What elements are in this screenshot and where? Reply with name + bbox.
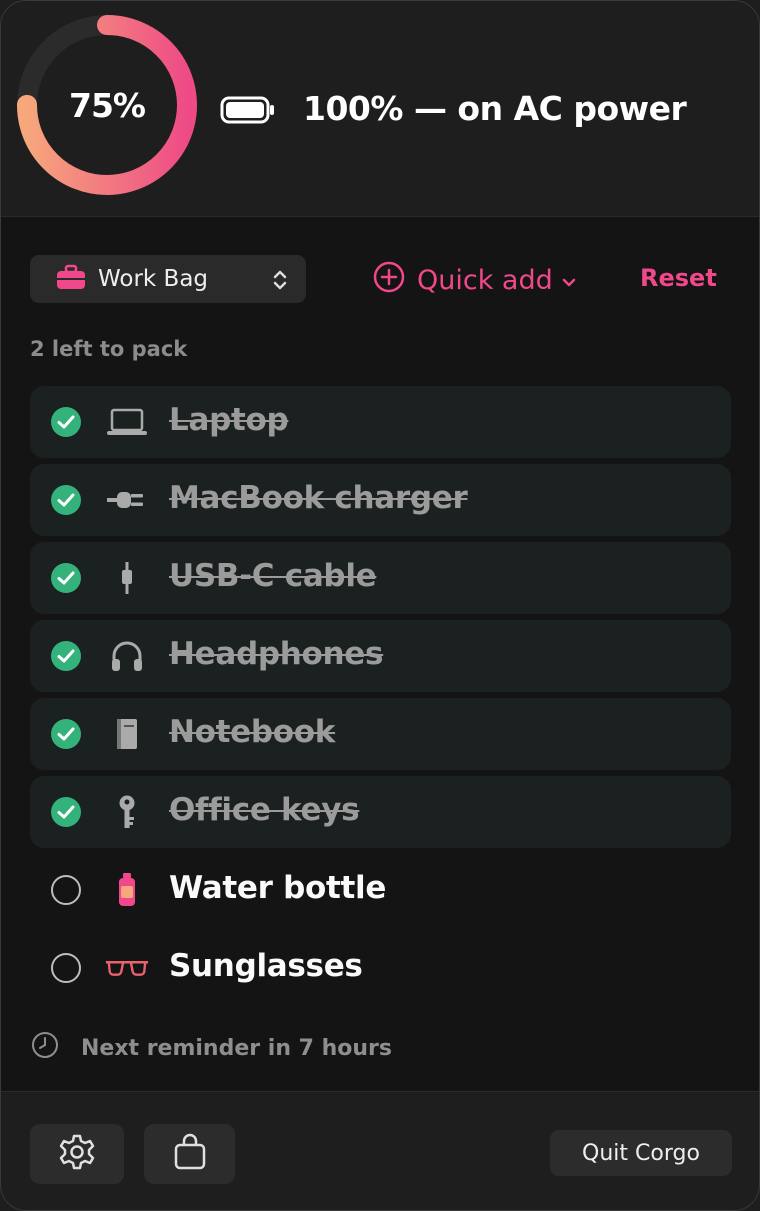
quit-button[interactable]: Quit Corgo bbox=[550, 1130, 732, 1176]
checked-icon[interactable] bbox=[50, 562, 82, 594]
battery-status: 100% — on AC power bbox=[303, 89, 687, 128]
sunglasses-icon bbox=[104, 950, 150, 986]
item-label: Laptop bbox=[169, 402, 289, 438]
briefcase-icon bbox=[56, 264, 86, 294]
list-item[interactable]: USB-C cable bbox=[30, 542, 731, 614]
quick-add-label: Quick add bbox=[417, 264, 553, 296]
checked-icon[interactable] bbox=[50, 406, 82, 438]
footer-bar: Quit Corgo bbox=[1, 1091, 759, 1210]
plug-icon bbox=[104, 482, 150, 518]
water-bottle-icon bbox=[104, 872, 150, 908]
progress-percent: 75% bbox=[69, 85, 146, 125]
checked-icon[interactable] bbox=[50, 796, 82, 828]
item-label: MacBook charger bbox=[169, 480, 468, 516]
bag-name: Work Bag bbox=[98, 266, 209, 292]
item-label: USB-C cable bbox=[169, 558, 377, 594]
chevron-down-icon bbox=[561, 265, 577, 296]
checked-icon[interactable] bbox=[50, 640, 82, 672]
cable-icon bbox=[104, 560, 150, 596]
item-label: Office keys bbox=[169, 792, 360, 828]
checked-icon[interactable] bbox=[50, 484, 82, 516]
bag-button[interactable] bbox=[144, 1124, 235, 1184]
list-item[interactable]: Sunglasses bbox=[30, 932, 731, 1004]
bag-selector[interactable]: Work Bag bbox=[30, 255, 306, 303]
unchecked-circle-icon[interactable] bbox=[50, 952, 82, 984]
headphones-icon bbox=[104, 638, 150, 674]
plus-circle-icon bbox=[373, 261, 405, 300]
item-label: Headphones bbox=[169, 636, 384, 672]
quick-add-button[interactable]: Quick add bbox=[373, 260, 577, 300]
list-item[interactable]: Water bottle bbox=[30, 854, 731, 926]
item-label: Notebook bbox=[169, 714, 336, 750]
items-left-count: 2 left to pack bbox=[30, 337, 188, 361]
checked-icon[interactable] bbox=[50, 718, 82, 750]
reminder-status: Next reminder in 7 hours bbox=[31, 1031, 392, 1065]
list-item[interactable]: Notebook bbox=[30, 698, 731, 770]
status-header: 75% 100% — on AC power bbox=[1, 1, 759, 217]
list-item[interactable]: Laptop bbox=[30, 386, 731, 458]
reminder-text: Next reminder in 7 hours bbox=[81, 1035, 392, 1061]
app-window: 75% 100% — on AC power Work Bag Quick ad… bbox=[0, 0, 760, 1211]
laptop-icon bbox=[104, 404, 150, 440]
shopping-bag-icon bbox=[172, 1133, 208, 1175]
list-item[interactable]: Office keys bbox=[30, 776, 731, 848]
settings-button[interactable] bbox=[30, 1124, 124, 1184]
unchecked-circle-icon[interactable] bbox=[50, 874, 82, 906]
item-label: Sunglasses bbox=[169, 948, 363, 984]
packing-list: Laptop MacBook charger USB-C cable Headp… bbox=[30, 386, 731, 1010]
key-icon bbox=[104, 794, 150, 830]
reset-button[interactable]: Reset bbox=[640, 264, 717, 292]
book-icon bbox=[104, 716, 150, 752]
gear-icon bbox=[57, 1132, 97, 1176]
list-item[interactable]: Headphones bbox=[30, 620, 731, 692]
battery-icon bbox=[220, 95, 276, 129]
item-label: Water bottle bbox=[169, 870, 387, 906]
chevron-updown-icon bbox=[272, 268, 288, 296]
list-item[interactable]: MacBook charger bbox=[30, 464, 731, 536]
clock-icon bbox=[31, 1031, 59, 1065]
